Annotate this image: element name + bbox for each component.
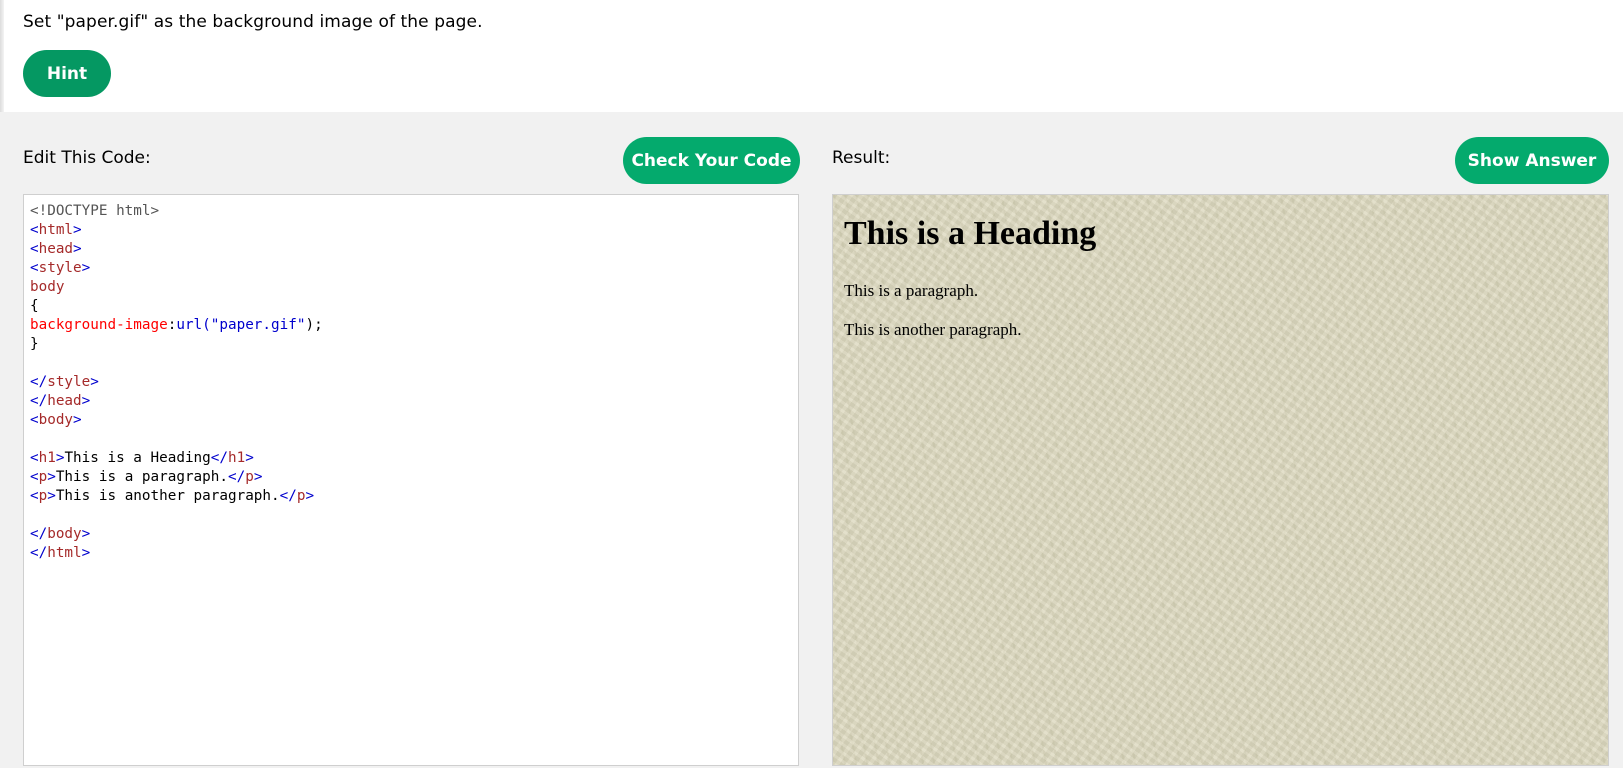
code-punctuation: );	[305, 317, 323, 333]
code-tag-bracket: >	[305, 488, 315, 504]
code-line: </head>	[30, 392, 792, 411]
code-tag-bracket: >	[73, 222, 82, 238]
code-tag-bracket: >	[47, 488, 56, 504]
code-tag-name: style	[47, 374, 91, 390]
code-punctuation: {	[30, 298, 39, 314]
code-tag-bracket: <	[30, 450, 39, 466]
code-tag-name: head	[38, 241, 74, 257]
code-line: </body>	[30, 525, 792, 544]
code-line: <h1>This is a Heading</h1>	[30, 449, 792, 468]
code-tag-name: body	[38, 412, 74, 428]
code-tag-bracket: <	[30, 488, 39, 504]
code-text: This is another paragraph.	[55, 488, 280, 504]
result-heading: This is a Heading	[844, 215, 1097, 252]
code-tag-bracket: >	[73, 241, 82, 257]
code-line: <p>This is another paragraph.</p>	[30, 487, 792, 506]
code-tag-bracket: >	[245, 450, 254, 466]
code-punctuation: }	[30, 336, 39, 352]
code-tag-bracket: </	[30, 526, 48, 542]
code-tag-bracket: >	[81, 393, 91, 409]
result-paragraph-1: This is a paragraph.	[844, 281, 979, 300]
code-css-selector: body	[30, 279, 65, 295]
code-tag-bracket: >	[81, 545, 91, 561]
code-line: <head>	[30, 240, 792, 259]
code-line: </style>	[30, 373, 792, 392]
result-paragraph-2: This is another paragraph.	[844, 320, 1022, 339]
code-line: </html>	[30, 544, 792, 563]
code-tag-bracket: <	[30, 260, 39, 276]
code-tag-name: html	[47, 545, 82, 561]
code-tag-bracket: >	[90, 374, 99, 390]
code-tag-name: h1	[38, 450, 56, 466]
code-line: {	[30, 297, 792, 316]
show-answer-button[interactable]: Show Answer	[1455, 137, 1609, 184]
code-tag-name: p	[245, 469, 254, 485]
code-tag-bracket: >	[73, 412, 82, 428]
check-your-code-button[interactable]: Check Your Code	[623, 137, 800, 184]
code-tag-bracket: >	[47, 469, 56, 485]
code-tag-bracket: >	[81, 260, 91, 276]
exercise-page: Set "paper.gif" as the background image …	[0, 0, 1623, 768]
result-label: Result:	[832, 148, 891, 168]
code-tag-name: head	[47, 393, 82, 409]
code-tag-name: h1	[227, 450, 246, 466]
code-tag-bracket: >	[253, 469, 263, 485]
result-preview: This is a Heading This is a paragraph. T…	[832, 194, 1609, 766]
code-tag-bracket: </	[30, 393, 48, 409]
hint-button[interactable]: Hint	[23, 50, 111, 97]
code-line: <html>	[30, 221, 792, 240]
code-css-property: background-image	[30, 317, 168, 333]
exercise-instruction: Set "paper.gif" as the background image …	[23, 12, 483, 32]
code-tag-bracket: >	[81, 526, 91, 542]
code-tag-bracket: </	[279, 488, 297, 504]
code-tag-name: p	[38, 488, 48, 504]
code-tag-bracket: <	[30, 222, 39, 238]
edit-code-label: Edit This Code:	[23, 148, 151, 168]
code-text: This is a paragraph.	[55, 469, 228, 485]
code-tag-bracket: </	[30, 545, 48, 561]
code-css-value: url("paper.gif"	[176, 317, 306, 333]
code-line: <p>This is a paragraph.</p>	[30, 468, 792, 487]
code-line: <body>	[30, 411, 792, 430]
code-tag-bracket: <	[30, 241, 39, 257]
code-tag-bracket: </	[227, 469, 246, 485]
code-tag-name: html	[38, 222, 74, 238]
code-tag-name: style	[38, 260, 82, 276]
code-tag-bracket: </	[30, 374, 48, 390]
code-line: body	[30, 278, 792, 297]
code-line: }	[30, 335, 792, 354]
code-tag-name: body	[47, 526, 82, 542]
code-tag-name: p	[38, 469, 48, 485]
code-tag-bracket: <	[30, 412, 39, 428]
code-tag-bracket: <	[30, 469, 39, 485]
code-line: <style>	[30, 259, 792, 278]
code-tag-bracket: </	[210, 450, 228, 466]
code-line: background-image:url("paper.gif");	[30, 316, 792, 335]
code-editor[interactable]: <!DOCTYPE html> <html> <head> <style> bo…	[23, 194, 799, 766]
code-doctype: <!DOCTYPE html>	[30, 203, 160, 219]
code-text: This is a Heading	[64, 450, 211, 466]
exercise-header: Set "paper.gif" as the background image …	[0, 0, 1623, 112]
code-line: <!DOCTYPE html>	[30, 202, 792, 221]
